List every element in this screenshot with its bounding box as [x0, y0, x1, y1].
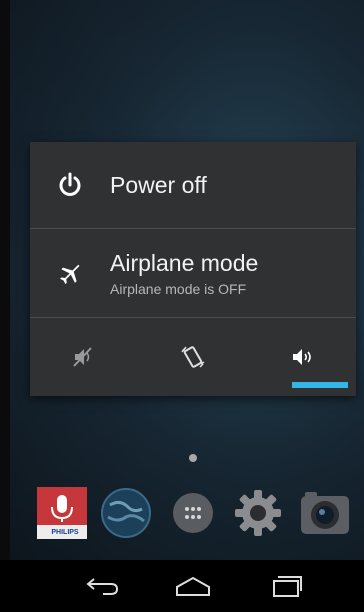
home-icon	[176, 576, 210, 596]
page-indicator-dot	[189, 454, 197, 462]
vibrate-mode-button[interactable]	[139, 318, 247, 396]
home-button[interactable]	[158, 560, 228, 612]
airplane-icon	[30, 259, 110, 287]
silent-mode-button[interactable]	[30, 318, 138, 396]
recent-apps-icon	[273, 576, 302, 597]
system-navigation-bar	[0, 560, 364, 612]
sound-mode-selector	[30, 318, 356, 396]
app-drawer-icon[interactable]	[167, 487, 219, 539]
vibrate-icon	[181, 346, 205, 368]
recent-apps-button[interactable]	[252, 560, 322, 612]
back-arrow-icon	[86, 578, 119, 595]
power-options-dialog: Power off Airplane mode Airplane mode is…	[30, 142, 356, 396]
power-icon	[30, 172, 110, 198]
power-off-option[interactable]: Power off	[30, 142, 356, 228]
philips-brand-label: PHILIPS	[51, 529, 79, 536]
speaker-icon	[293, 349, 311, 365]
settings-gear-icon[interactable]	[232, 487, 284, 539]
airplane-mode-label: Airplane mode	[110, 249, 259, 276]
airplane-mode-status: Airplane mode is OFF	[110, 280, 247, 297]
home-dock: PHILIPS	[0, 485, 364, 541]
camera-app-icon[interactable]	[299, 487, 351, 539]
power-off-label: Power off	[110, 171, 207, 198]
mute-icon	[73, 347, 92, 367]
selected-indicator	[292, 382, 348, 388]
back-button[interactable]	[68, 560, 138, 612]
airplane-mode-option[interactable]: Airplane mode Airplane mode is OFF	[30, 229, 356, 317]
philips-voice-app-icon[interactable]: PHILIPS	[36, 487, 88, 539]
globe-browser-icon[interactable]	[100, 487, 152, 539]
